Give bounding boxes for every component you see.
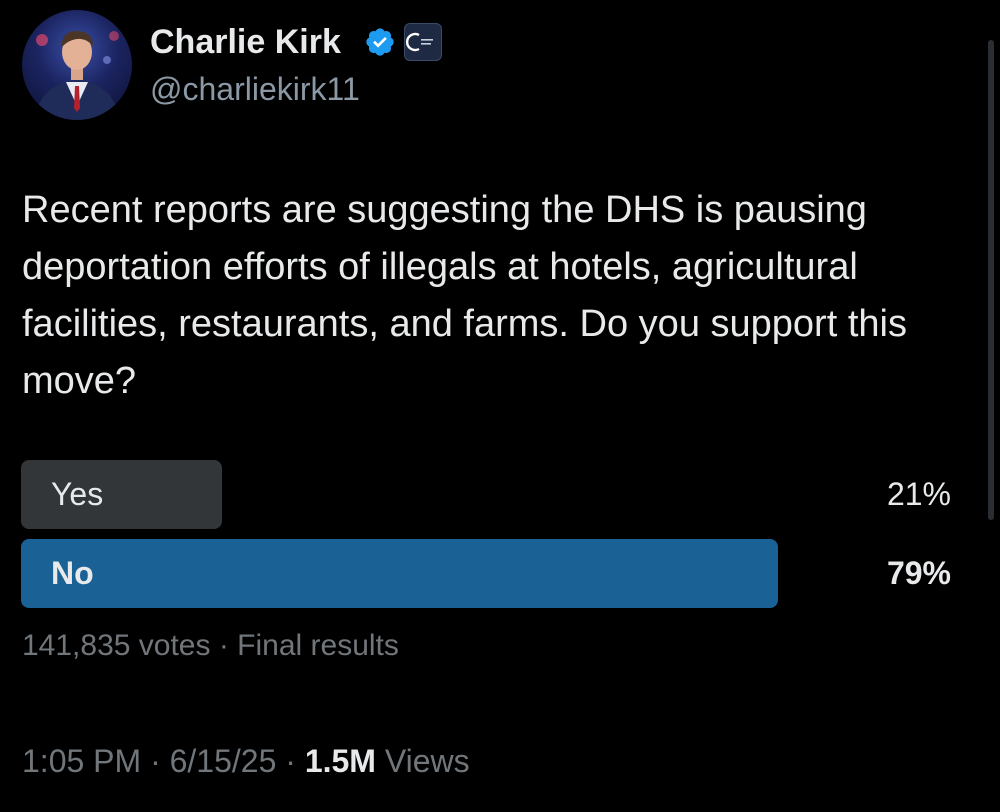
- separator: ·: [150, 743, 161, 779]
- poll-option-percent: 79%: [886, 555, 951, 591]
- tweet: Charlie Kirk @charliekirk11 Recent repor…: [0, 0, 1000, 812]
- poll-vote-count: 141,835 votes: [22, 629, 211, 662]
- tweet-date[interactable]: 6/15/25: [170, 743, 277, 779]
- poll-bar-no: [21, 539, 778, 608]
- timestamp-row: 1:05 PM · 6/15/25 · 1.5M Views: [22, 740, 470, 782]
- separator: ·: [218, 629, 229, 662]
- tweet-time[interactable]: 1:05 PM: [22, 743, 141, 779]
- organization-logo-icon: [406, 32, 433, 52]
- organization-badge-icon[interactable]: [404, 23, 442, 61]
- author-name[interactable]: Charlie Kirk: [150, 22, 341, 62]
- verified-check-icon[interactable]: [364, 26, 396, 58]
- poll-option-no: No 79%: [21, 539, 951, 608]
- poll-option-yes: Yes 21%: [21, 460, 951, 529]
- separator: ·: [285, 743, 296, 779]
- author-handle[interactable]: @charliekirk11: [150, 70, 360, 108]
- tweet-text: Recent reports are suggesting the DHS is…: [22, 189, 907, 402]
- poll-option-label: No: [51, 555, 94, 591]
- avatar-image: [34, 30, 120, 120]
- avatar[interactable]: [22, 10, 132, 120]
- views-count[interactable]: 1.5M: [305, 743, 376, 779]
- poll-meta: 141,835 votes · Final results: [22, 626, 399, 666]
- views-label: Views: [384, 743, 470, 779]
- poll-option-label: Yes: [51, 476, 104, 512]
- poll-status: Final results: [237, 629, 399, 662]
- poll-option-percent: 21%: [886, 476, 951, 512]
- scrollbar[interactable]: [988, 40, 994, 520]
